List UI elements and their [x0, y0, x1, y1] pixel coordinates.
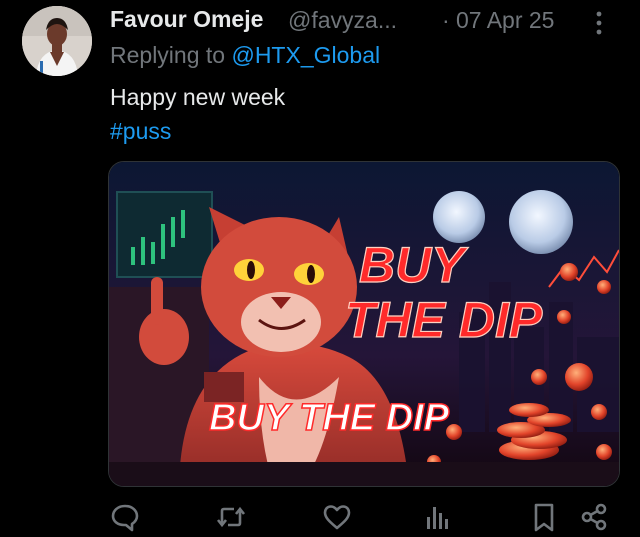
hashtag-link[interactable]: #puss: [110, 118, 171, 145]
more-options-icon[interactable]: [588, 8, 610, 38]
tweet-header: Favour Omeje @favyza... · 07 Apr 25: [110, 4, 630, 36]
reply-handle-link[interactable]: @HTX_Global: [231, 42, 380, 68]
headline-line-2: THE DIP: [345, 292, 543, 348]
bookmark-button[interactable]: [527, 500, 561, 534]
header-separator: ·: [442, 7, 450, 33]
views-button[interactable]: [420, 500, 454, 534]
share-icon: [581, 503, 607, 531]
avatar-image: [22, 6, 92, 76]
tweet-text: Happy new week: [110, 84, 286, 110]
headline-bottom: BUY THE DIP: [209, 397, 450, 439]
tweet-timestamp[interactable]: 07 Apr 25: [456, 7, 554, 34]
heart-icon: [323, 505, 351, 530]
reply-button[interactable]: [108, 500, 142, 534]
like-button[interactable]: [320, 500, 354, 534]
replying-to-line: Replying to @HTX_Global: [110, 42, 380, 69]
speech-bubble-icon: [111, 504, 139, 532]
bookmark-icon: [534, 503, 554, 532]
repost-arrows-icon: [216, 506, 246, 528]
author-handle[interactable]: @favyza...: [288, 7, 397, 34]
buy-the-dip-illustration: BUY THE DIP BUY THE DIP: [109, 162, 619, 486]
tweet-media-image[interactable]: BUY THE DIP BUY THE DIP: [108, 161, 620, 487]
avatar[interactable]: [22, 6, 92, 76]
headline-line-1: BUY: [359, 237, 469, 293]
author-display-name[interactable]: Favour Omeje: [110, 6, 263, 33]
bar-chart-icon: [427, 507, 448, 529]
share-button[interactable]: [577, 500, 611, 534]
replying-to-label: Replying to: [110, 42, 226, 68]
repost-button[interactable]: [214, 500, 248, 534]
